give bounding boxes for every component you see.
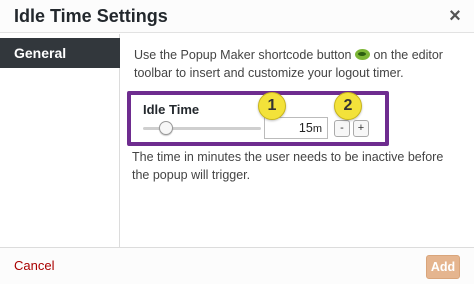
idle-time-unit: m <box>312 123 322 135</box>
description-text-start: Use the Popup Maker shortcode button <box>134 48 352 62</box>
slider-handle[interactable] <box>159 121 173 135</box>
cancel-link[interactable]: Cancel <box>14 258 54 273</box>
tab-general[interactable]: General <box>0 38 120 68</box>
idle-time-input[interactable]: 15m <box>264 117 328 139</box>
decrement-button[interactable]: - <box>334 120 350 137</box>
increment-button[interactable]: + <box>353 120 369 137</box>
dialog-header: Idle Time Settings × <box>0 0 474 33</box>
idle-time-slider[interactable] <box>143 121 261 135</box>
add-button[interactable]: Add <box>426 255 460 279</box>
idle-time-value: 15 <box>298 121 313 135</box>
settings-panel: Use the Popup Maker shortcode button on … <box>120 34 474 247</box>
callout-badge-1: 1 <box>258 92 286 120</box>
close-icon[interactable]: × <box>444 5 466 27</box>
dialog-footer: Cancel Add <box>0 247 474 284</box>
sidebar: General <box>0 34 120 247</box>
popup-maker-icon <box>354 49 370 60</box>
callout-badge-2: 2 <box>334 92 362 120</box>
idle-time-help-text: The time in minutes the user needs to be… <box>132 150 444 182</box>
idle-time-label: Idle Time <box>143 102 200 117</box>
dialog-title: Idle Time Settings <box>14 6 168 26</box>
idle-time-settings-dialog: Idle Time Settings × General Use the Pop… <box>0 0 474 284</box>
shortcode-description: Use the Popup Maker shortcode button on … <box>134 46 464 82</box>
